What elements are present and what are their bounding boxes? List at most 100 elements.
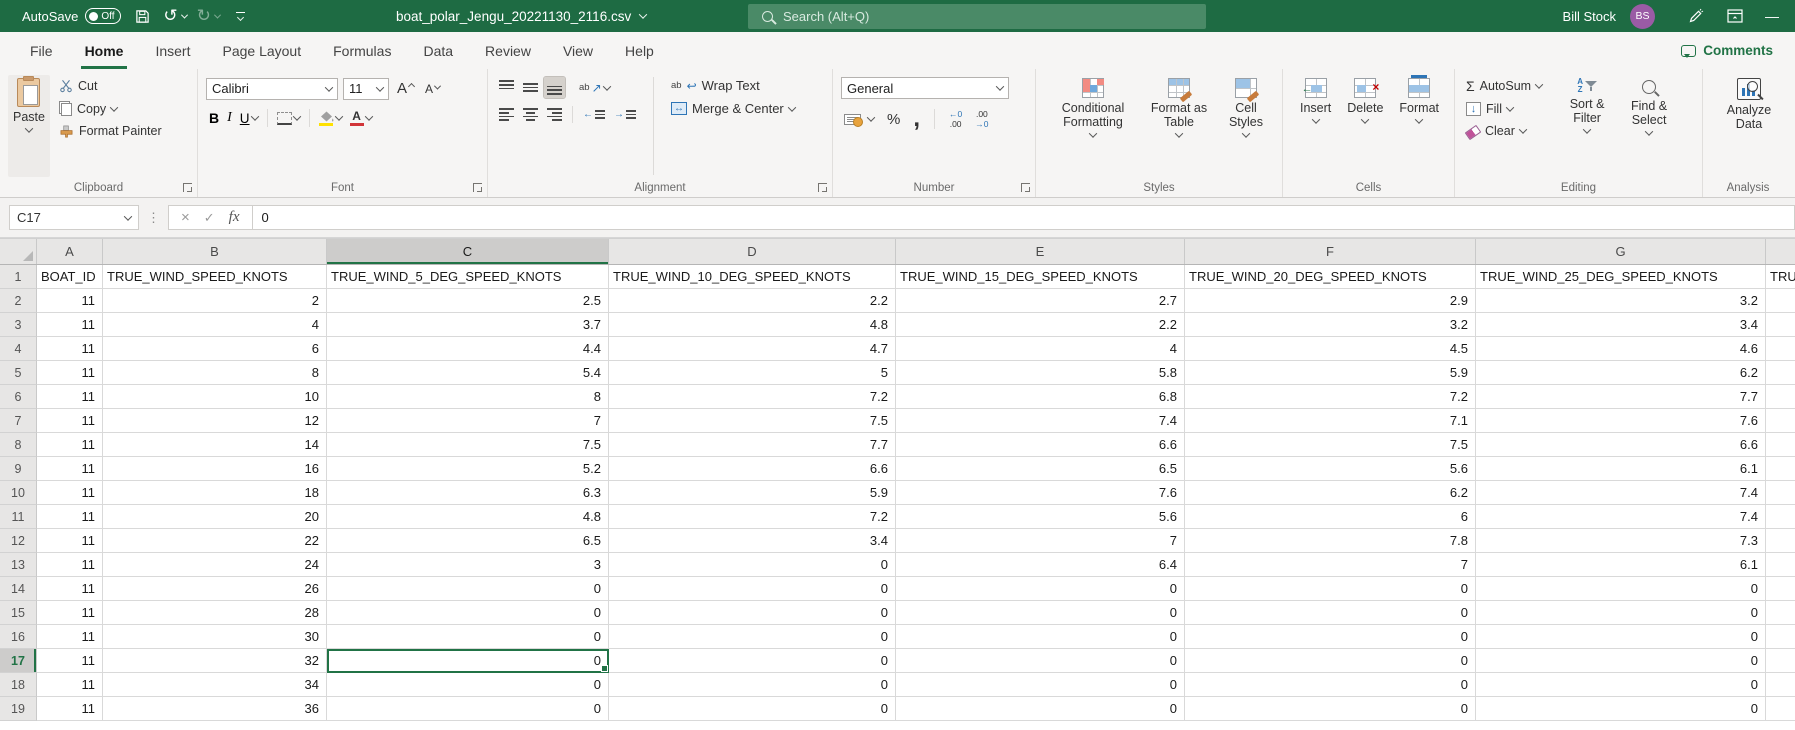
borders-button[interactable] xyxy=(274,109,303,128)
row-header-14[interactable]: 14 xyxy=(0,577,37,601)
clipboard-dialog-launcher-icon[interactable] xyxy=(183,183,192,192)
col-header-C[interactable]: C xyxy=(327,239,609,264)
cell-G1[interactable]: TRUE_WIND_25_DEG_SPEED_KNOTS xyxy=(1476,265,1766,289)
cell-A4[interactable]: 11 xyxy=(37,337,103,361)
cell-C12[interactable]: 6.5 xyxy=(327,529,609,553)
cell-E7[interactable]: 7.4 xyxy=(896,409,1185,433)
cell-D1[interactable]: TRUE_WIND_10_DEG_SPEED_KNOTS xyxy=(609,265,896,289)
cancel-button[interactable]: × xyxy=(181,209,190,226)
document-title[interactable]: boat_polar_Jengu_20221130_2116.csv xyxy=(396,0,646,32)
cell-D5[interactable]: 5 xyxy=(609,361,896,385)
percent-style-button[interactable]: % xyxy=(884,108,903,131)
cell-A9[interactable]: 11 xyxy=(37,457,103,481)
cell-A10[interactable]: 11 xyxy=(37,481,103,505)
row-header-6[interactable]: 6 xyxy=(0,385,37,409)
cell-styles-button[interactable]: Cell Styles xyxy=(1218,75,1274,177)
cell-C7[interactable]: 7 xyxy=(327,409,609,433)
cell-F13[interactable]: 7 xyxy=(1185,553,1476,577)
autosum-button[interactable]: Σ AutoSum xyxy=(1463,77,1545,95)
cell-E18[interactable]: 0 xyxy=(896,673,1185,697)
tab-view[interactable]: View xyxy=(547,32,609,69)
cell-H17[interactable] xyxy=(1766,649,1795,673)
col-header-D[interactable]: D xyxy=(609,239,896,264)
cell-B19[interactable]: 36 xyxy=(103,697,327,721)
cell-D9[interactable]: 6.6 xyxy=(609,457,896,481)
cell-B10[interactable]: 18 xyxy=(103,481,327,505)
cell-D13[interactable]: 0 xyxy=(609,553,896,577)
cell-C14[interactable]: 0 xyxy=(327,577,609,601)
cell-A12[interactable]: 11 xyxy=(37,529,103,553)
row-header-10[interactable]: 10 xyxy=(0,481,37,505)
cell-F9[interactable]: 5.6 xyxy=(1185,457,1476,481)
row-header-18[interactable]: 18 xyxy=(0,673,37,697)
align-right-button[interactable] xyxy=(544,104,565,125)
sort-filter-button[interactable]: AZ Sort & Filter xyxy=(1559,75,1615,177)
italic-button[interactable]: I xyxy=(224,107,235,129)
align-center-button[interactable] xyxy=(520,104,541,125)
cell-E15[interactable]: 0 xyxy=(896,601,1185,625)
cell-F4[interactable]: 4.5 xyxy=(1185,337,1476,361)
cell-B16[interactable]: 30 xyxy=(103,625,327,649)
cell-B3[interactable]: 4 xyxy=(103,313,327,337)
cell-F8[interactable]: 7.5 xyxy=(1185,433,1476,457)
select-all-button[interactable] xyxy=(0,239,37,264)
cell-A15[interactable]: 11 xyxy=(37,601,103,625)
autosave-switch[interactable]: Off xyxy=(85,8,121,24)
row-header-8[interactable]: 8 xyxy=(0,433,37,457)
row-header-3[interactable]: 3 xyxy=(0,313,37,337)
cell-E13[interactable]: 6.4 xyxy=(896,553,1185,577)
cell-E11[interactable]: 5.6 xyxy=(896,505,1185,529)
clear-button[interactable]: Clear xyxy=(1463,123,1545,139)
cell-H1[interactable]: TRU xyxy=(1766,265,1795,289)
cell-G13[interactable]: 6.1 xyxy=(1476,553,1766,577)
row-header-19[interactable]: 19 xyxy=(0,697,37,721)
cell-A7[interactable]: 11 xyxy=(37,409,103,433)
cell-E8[interactable]: 6.6 xyxy=(896,433,1185,457)
increase-indent-button[interactable]: → xyxy=(611,104,639,125)
tab-file[interactable]: File xyxy=(14,32,69,69)
cell-B4[interactable]: 6 xyxy=(103,337,327,361)
font-color-button[interactable]: A xyxy=(347,107,375,129)
cell-A16[interactable]: 11 xyxy=(37,625,103,649)
cell-H19[interactable] xyxy=(1766,697,1795,721)
decrease-decimal-button[interactable]: .00→0 xyxy=(972,107,991,131)
cell-F12[interactable]: 7.8 xyxy=(1185,529,1476,553)
middle-align-button[interactable] xyxy=(520,77,541,98)
cell-B15[interactable]: 28 xyxy=(103,601,327,625)
enter-button[interactable]: ✓ xyxy=(204,210,215,226)
font-size-select[interactable]: 11 xyxy=(343,78,389,100)
cell-E17[interactable]: 0 xyxy=(896,649,1185,673)
cell-H3[interactable] xyxy=(1766,313,1795,337)
cell-A13[interactable]: 11 xyxy=(37,553,103,577)
font-dialog-launcher-icon[interactable] xyxy=(473,183,482,192)
cell-D15[interactable]: 0 xyxy=(609,601,896,625)
cell-G8[interactable]: 6.6 xyxy=(1476,433,1766,457)
cell-H2[interactable] xyxy=(1766,289,1795,313)
cell-B7[interactable]: 12 xyxy=(103,409,327,433)
cell-H9[interactable] xyxy=(1766,457,1795,481)
cell-E1[interactable]: TRUE_WIND_15_DEG_SPEED_KNOTS xyxy=(896,265,1185,289)
row-header-4[interactable]: 4 xyxy=(0,337,37,361)
cell-F17[interactable]: 0 xyxy=(1185,649,1476,673)
increase-font-size-button[interactable]: A xyxy=(394,77,417,100)
cell-B12[interactable]: 22 xyxy=(103,529,327,553)
cell-B9[interactable]: 16 xyxy=(103,457,327,481)
cell-A5[interactable]: 11 xyxy=(37,361,103,385)
number-dialog-launcher-icon[interactable] xyxy=(1021,183,1030,192)
cell-H8[interactable] xyxy=(1766,433,1795,457)
cell-G16[interactable]: 0 xyxy=(1476,625,1766,649)
cell-G10[interactable]: 7.4 xyxy=(1476,481,1766,505)
cell-H11[interactable] xyxy=(1766,505,1795,529)
cell-E4[interactable]: 4 xyxy=(896,337,1185,361)
cell-F18[interactable]: 0 xyxy=(1185,673,1476,697)
formula-input[interactable]: 0 xyxy=(253,205,1795,230)
cell-E10[interactable]: 7.6 xyxy=(896,481,1185,505)
increase-decimal-button[interactable]: ←0.00 xyxy=(946,107,965,131)
alignment-dialog-launcher-icon[interactable] xyxy=(818,183,827,192)
merge-center-button[interactable]: ↔ Merge & Center xyxy=(668,100,798,117)
cell-B14[interactable]: 26 xyxy=(103,577,327,601)
conditional-formatting-button[interactable]: Conditional Formatting xyxy=(1046,75,1140,177)
underline-button[interactable]: U xyxy=(237,108,261,129)
search-input[interactable]: Search (Alt+Q) xyxy=(748,4,1206,29)
cell-A18[interactable]: 11 xyxy=(37,673,103,697)
